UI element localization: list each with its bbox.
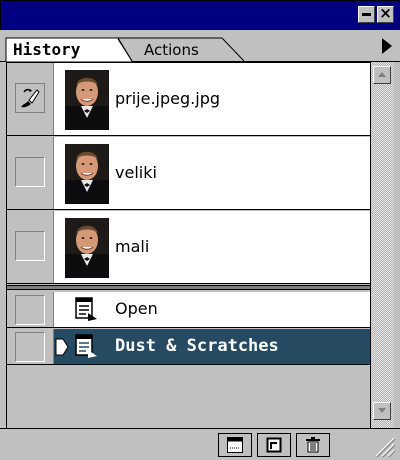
history-brush-source-cell[interactable] <box>7 63 54 135</box>
history-brush-source-cell[interactable] <box>7 211 54 283</box>
scroll-down-icon[interactable] <box>373 402 391 420</box>
state-label: Dust & Scratches <box>115 336 279 356</box>
history-palette: × History Actions prije.jpeg.jpg veliki … <box>0 0 400 460</box>
snapshot-label: prije.jpeg.jpg <box>115 89 220 108</box>
history-brush-icon[interactable] <box>15 83 45 113</box>
snapshot-thumbnail <box>65 144 109 204</box>
snapshot-label: mali <box>115 237 150 256</box>
history-state-slider-icon[interactable] <box>55 338 69 356</box>
new-snapshot-icon <box>266 437 282 453</box>
state-row-open[interactable]: Open <box>7 292 371 328</box>
history-brush-checkbox[interactable] <box>15 332 45 362</box>
history-brush-source-cell[interactable] <box>7 137 54 209</box>
snapshot-thumbnail <box>65 70 109 130</box>
delete-state-button[interactable] <box>296 433 330 457</box>
minimize-button[interactable] <box>358 6 375 23</box>
vertical-scrollbar[interactable] <box>370 62 394 428</box>
history-brush-checkbox[interactable] <box>15 157 45 187</box>
tab-history-label: History <box>13 40 81 59</box>
tab-actions[interactable]: Actions <box>122 38 228 61</box>
snapshot-row[interactable]: prije.jpeg.jpg <box>7 63 371 136</box>
history-brush-source-cell[interactable] <box>7 292 54 327</box>
snapshot-row[interactable]: veliki <box>7 137 371 210</box>
document-state-icon <box>75 334 97 358</box>
snapshot-thumbnail <box>65 218 109 278</box>
document-state-icon <box>75 297 97 321</box>
history-list: prije.jpeg.jpg veliki mali Open Dust & S… <box>6 62 371 429</box>
trash-icon <box>306 437 320 453</box>
triangle-right-icon[interactable] <box>382 38 392 54</box>
new-document-button[interactable] <box>218 433 252 457</box>
history-brush-checkbox[interactable] <box>15 295 45 325</box>
scroll-up-icon[interactable] <box>373 66 391 84</box>
tab-strip: History Actions <box>0 30 400 62</box>
palette-title-bar[interactable]: × <box>0 0 400 32</box>
state-row-dust-scratches[interactable]: Dust & Scratches <box>7 329 371 365</box>
snapshot-state-divider <box>7 285 371 290</box>
tab-actions-label: Actions <box>144 41 199 59</box>
close-button[interactable]: × <box>377 4 394 23</box>
state-label: Open <box>115 299 158 318</box>
history-brush-source-cell[interactable] <box>7 329 54 364</box>
snapshot-row[interactable]: mali <box>7 211 371 284</box>
snapshot-label: veliki <box>115 163 157 182</box>
new-document-icon <box>227 437 243 453</box>
close-icon: × <box>379 4 392 22</box>
tab-history[interactable]: History <box>6 38 118 61</box>
resize-grip-icon[interactable] <box>372 434 396 458</box>
new-snapshot-button[interactable] <box>257 433 291 457</box>
palette-bottom-bar <box>0 428 400 460</box>
history-brush-checkbox[interactable] <box>15 231 45 261</box>
